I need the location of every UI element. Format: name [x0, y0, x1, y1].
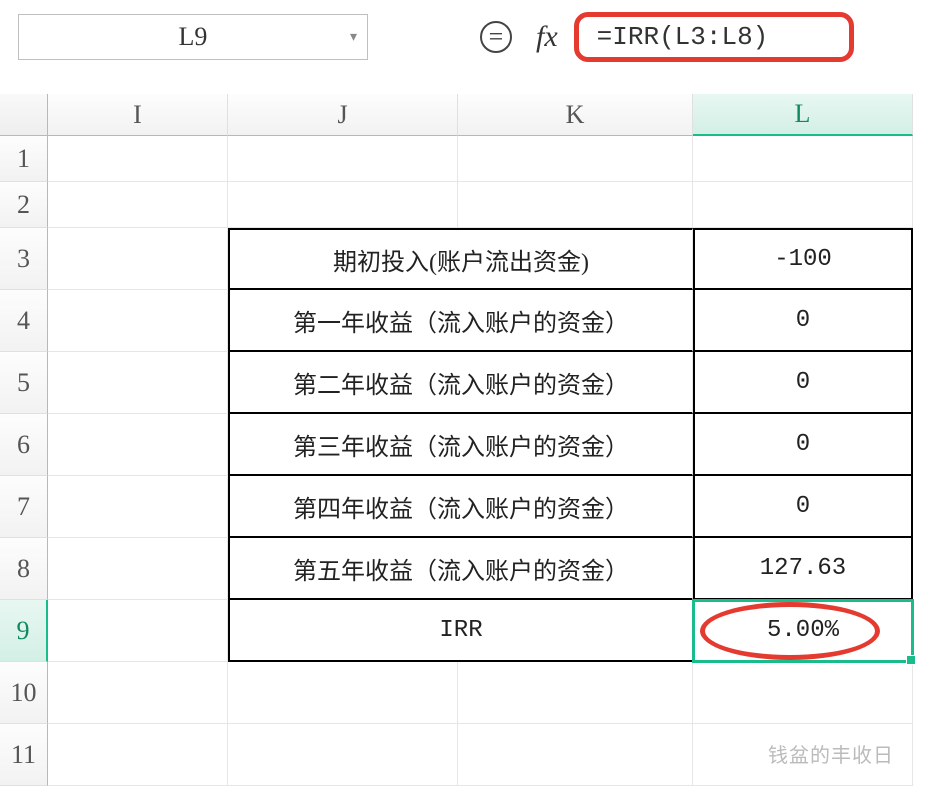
cell-I7[interactable] — [48, 476, 228, 538]
row-8: 8 第五年收益（流入账户的资金） 127.63 — [0, 538, 932, 600]
cell-K1[interactable] — [458, 136, 693, 182]
col-header-L[interactable]: L — [693, 94, 913, 136]
cell-L9[interactable]: 5.00% — [693, 600, 913, 662]
name-box[interactable]: L9 ▾ — [18, 14, 368, 60]
col-header-K[interactable]: K — [458, 94, 693, 136]
cell-JK7[interactable]: 第四年收益（流入账户的资金） — [228, 476, 693, 538]
cell-JK4[interactable]: 第一年收益（流入账户的资金） — [228, 290, 693, 352]
cell-I10[interactable] — [48, 662, 228, 724]
row-header-4[interactable]: 4 — [0, 290, 48, 352]
fx-icon[interactable]: fx — [536, 20, 558, 54]
column-headers: I J K L — [0, 94, 932, 136]
cell-L4[interactable]: 0 — [693, 290, 913, 352]
cell-L1[interactable] — [693, 136, 913, 182]
watermark-text: 钱盆的丰收日 — [768, 739, 894, 768]
row-header-10[interactable]: 10 — [0, 662, 48, 724]
spreadsheet-grid: I J K L 1 2 3 期初投入(账户流出资金) -100 — [0, 94, 932, 786]
row-header-7[interactable]: 7 — [0, 476, 48, 538]
cell-L5[interactable]: 0 — [693, 352, 913, 414]
col-header-J[interactable]: J — [228, 94, 458, 136]
row-3: 3 期初投入(账户流出资金) -100 — [0, 228, 932, 290]
cell-J1[interactable] — [228, 136, 458, 182]
row-header-9[interactable]: 9 — [0, 600, 48, 662]
cell-L3[interactable]: -100 — [693, 228, 913, 290]
row-header-6[interactable]: 6 — [0, 414, 48, 476]
cell-L2[interactable] — [693, 182, 913, 228]
cell-J2[interactable] — [228, 182, 458, 228]
name-box-value: L9 — [179, 22, 208, 52]
row-header-2[interactable]: 2 — [0, 182, 48, 228]
cell-I9[interactable] — [48, 600, 228, 662]
cell-I2[interactable] — [48, 182, 228, 228]
cell-JK9[interactable]: IRR — [228, 600, 693, 662]
cell-I3[interactable] — [48, 228, 228, 290]
cell-K2[interactable] — [458, 182, 693, 228]
row-header-11[interactable]: 11 — [0, 724, 48, 786]
cell-JK6[interactable]: 第三年收益（流入账户的资金） — [228, 414, 693, 476]
row-2: 2 — [0, 182, 932, 228]
row-1: 1 — [0, 136, 932, 182]
cell-K10[interactable] — [458, 662, 693, 724]
cell-JK8[interactable]: 第五年收益（流入账户的资金） — [228, 538, 693, 600]
select-all-corner[interactable] — [0, 94, 48, 136]
cell-K11[interactable] — [458, 724, 693, 786]
cell-L10[interactable] — [693, 662, 913, 724]
cell-L7[interactable]: 0 — [693, 476, 913, 538]
cell-JK5[interactable]: 第二年收益（流入账户的资金） — [228, 352, 693, 414]
row-header-1[interactable]: 1 — [0, 136, 48, 182]
cell-I4[interactable] — [48, 290, 228, 352]
cell-JK3[interactable]: 期初投入(账户流出资金) — [228, 228, 693, 290]
cell-L6[interactable]: 0 — [693, 414, 913, 476]
cell-I6[interactable] — [48, 414, 228, 476]
selection-fill-handle[interactable] — [906, 655, 916, 665]
row-header-3[interactable]: 3 — [0, 228, 48, 290]
row-9: 9 IRR 5.00% — [0, 600, 932, 662]
cell-J11[interactable] — [228, 724, 458, 786]
col-header-I[interactable]: I — [48, 94, 228, 136]
row-7: 7 第四年收益（流入账户的资金） 0 — [0, 476, 932, 538]
formula-text: =IRR(L3:L8) — [597, 22, 769, 52]
cell-I5[interactable] — [48, 352, 228, 414]
cell-J10[interactable] — [228, 662, 458, 724]
row-5: 5 第二年收益（流入账户的资金） 0 — [0, 352, 932, 414]
cell-I8[interactable] — [48, 538, 228, 600]
cell-I1[interactable] — [48, 136, 228, 182]
formula-toolbar: L9 ▾ = fx =IRR(L3:L8) — [0, 0, 932, 74]
cell-L8[interactable]: 127.63 — [693, 538, 913, 600]
row-4: 4 第一年收益（流入账户的资金） 0 — [0, 290, 932, 352]
cell-I11[interactable] — [48, 724, 228, 786]
row-6: 6 第三年收益（流入账户的资金） 0 — [0, 414, 932, 476]
row-10: 10 — [0, 662, 932, 724]
grid-body: 1 2 3 期初投入(账户流出资金) -100 4 第一年收益（流入账户的资金）… — [0, 136, 932, 786]
row-header-5[interactable]: 5 — [0, 352, 48, 414]
row-header-8[interactable]: 8 — [0, 538, 48, 600]
search-equals-icon[interactable]: = — [480, 21, 512, 53]
formula-bar[interactable]: =IRR(L3:L8) — [574, 12, 854, 62]
chevron-down-icon[interactable]: ▾ — [350, 29, 357, 46]
